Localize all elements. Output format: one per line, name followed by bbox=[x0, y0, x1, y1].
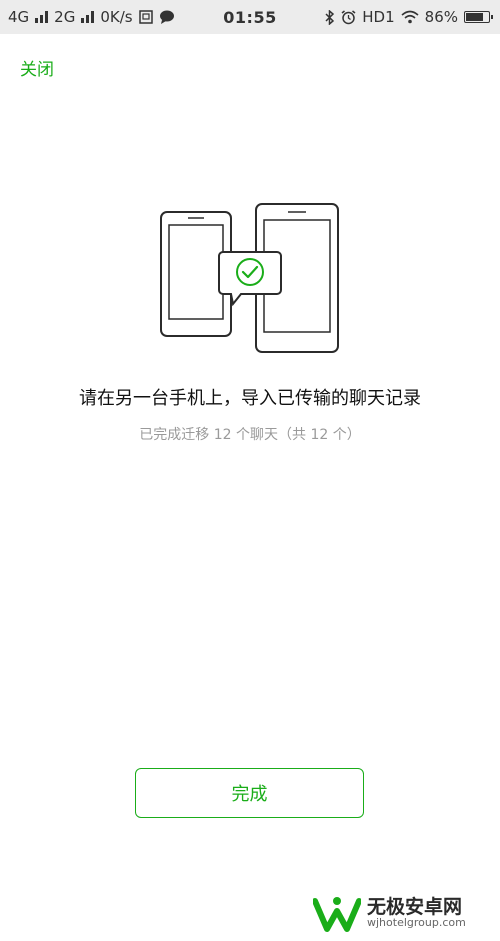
bluetooth-icon bbox=[325, 9, 335, 25]
migration-status: 已完成迁移 12 个聊天（共 12 个） bbox=[139, 427, 361, 443]
done-button[interactable]: 完成 bbox=[135, 768, 364, 818]
battery-icon bbox=[464, 11, 493, 23]
wifi-icon bbox=[401, 10, 419, 24]
status-right: HD1 86% bbox=[325, 8, 493, 26]
phones-transfer-check-icon bbox=[160, 203, 339, 353]
battery-level-fill bbox=[466, 13, 483, 21]
close-button[interactable]: 关闭 bbox=[20, 55, 54, 80]
hd-label: HD1 bbox=[362, 8, 395, 26]
watermark-brand: 无极安卓网 bbox=[367, 895, 463, 918]
status-bar: 4G 2G 0K/s 01:55 HD1 86% bbox=[0, 0, 500, 34]
brand-logo-icon bbox=[313, 897, 361, 932]
battery-percent: 86% bbox=[424, 8, 458, 26]
watermark-domain: wjhotelgroup.com bbox=[367, 916, 466, 930]
watermark: 无极安卓网 wjhotelgroup.com bbox=[313, 890, 498, 936]
alarm-icon bbox=[341, 9, 356, 24]
watermark-text: 无极安卓网 wjhotelgroup.com bbox=[367, 895, 466, 930]
page-title: 请在另一台手机上，导入已传输的聊天记录 bbox=[79, 388, 421, 409]
